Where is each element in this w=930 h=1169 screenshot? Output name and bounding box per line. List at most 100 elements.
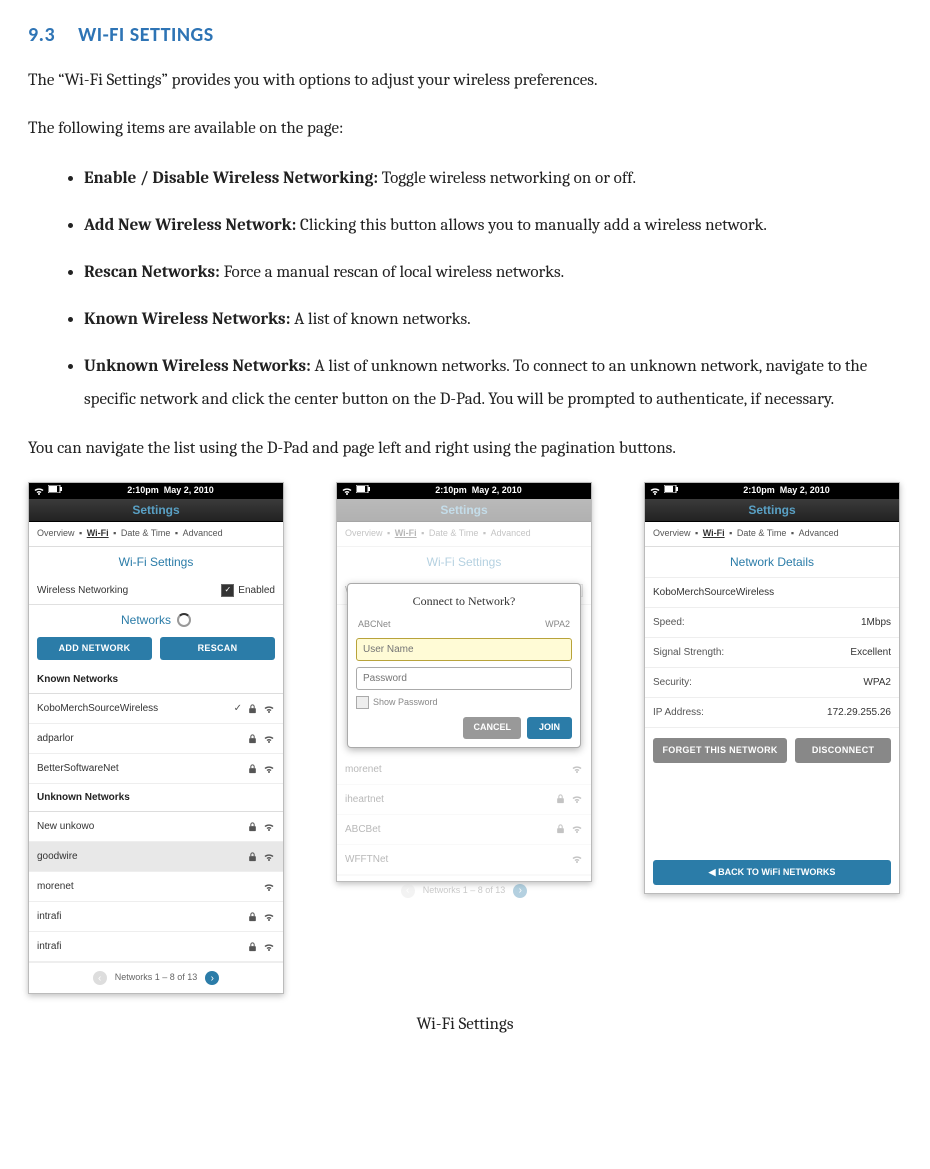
network-row[interactable]: goodwire bbox=[29, 842, 283, 872]
crumb-wifi[interactable]: Wi-Fi bbox=[87, 528, 109, 538]
network-row[interactable]: KoboMerchSourceWireless ✓ bbox=[29, 694, 283, 724]
username-input[interactable] bbox=[356, 638, 572, 661]
crumb-advanced[interactable]: Advanced bbox=[183, 528, 223, 538]
wifi-icon bbox=[571, 763, 583, 775]
window-title: Settings bbox=[29, 499, 283, 522]
screenshot-network-details: 2:10pm May 2, 2010 Settings Overview ▪ W… bbox=[644, 482, 900, 894]
speed-value: 1Mbps bbox=[861, 615, 891, 630]
network-name: WFFTNet bbox=[345, 852, 388, 867]
status-time: 2:10pm bbox=[743, 485, 775, 495]
crumb-overview[interactable]: Overview bbox=[37, 528, 75, 538]
wireless-networking-row: Wireless Networking ✓ Enabled bbox=[29, 577, 283, 605]
breadcrumb: Overview ▪ Wi-Fi ▪ Date & Time ▪ Advance… bbox=[29, 522, 283, 547]
join-button[interactable]: JOIN bbox=[527, 717, 572, 739]
network-row[interactable]: BetterSoftwareNet bbox=[29, 754, 283, 784]
window-title: Settings bbox=[337, 499, 591, 522]
network-row[interactable]: intrafi bbox=[29, 902, 283, 932]
lock-icon bbox=[248, 822, 257, 832]
unknown-networks-heading: Unknown Networks bbox=[29, 784, 283, 812]
known-networks-heading: Known Networks bbox=[29, 666, 283, 694]
lock-icon bbox=[556, 824, 565, 834]
status-date: May 2, 2010 bbox=[780, 485, 830, 495]
cancel-button[interactable]: CANCEL bbox=[463, 717, 521, 739]
crumb-overview[interactable]: Overview bbox=[653, 528, 691, 538]
network-name: intrafi bbox=[37, 939, 61, 954]
add-network-button[interactable]: ADD NETWORK bbox=[37, 637, 152, 661]
list-item: Enable / Disable Wireless Networking: To… bbox=[84, 162, 888, 195]
lock-icon bbox=[248, 912, 257, 922]
wifi-icon bbox=[263, 851, 275, 863]
wifi-status-icon bbox=[33, 485, 45, 497]
forget-network-button[interactable]: FORGET THIS NETWORK bbox=[653, 738, 787, 764]
crumb-overview[interactable]: Overview bbox=[345, 528, 383, 538]
check-icon: ✓ bbox=[234, 701, 242, 716]
page-title: Wi-Fi Settings bbox=[337, 547, 591, 577]
following-items-line: The following items are available on the… bbox=[28, 114, 902, 144]
network-name: iheartnet bbox=[345, 792, 384, 807]
password-input[interactable] bbox=[356, 667, 572, 690]
crumb-datetime[interactable]: Date & Time bbox=[737, 528, 787, 538]
crumb-advanced[interactable]: Advanced bbox=[491, 528, 531, 538]
network-row[interactable]: adparlor bbox=[29, 724, 283, 754]
intro-paragraph: The “Wi-Fi Settings” provides you with o… bbox=[28, 66, 902, 96]
crumb-advanced[interactable]: Advanced bbox=[799, 528, 839, 538]
network-name: adparlor bbox=[37, 731, 74, 746]
pager-prev-button[interactable]: ‹ bbox=[401, 884, 415, 898]
pager-prev-button[interactable]: ‹ bbox=[93, 971, 107, 985]
network-name: ABCBet bbox=[345, 822, 381, 837]
lock-icon bbox=[248, 734, 257, 744]
network-name: morenet bbox=[37, 879, 74, 894]
network-name: intrafi bbox=[37, 909, 61, 924]
breadcrumb: Overview ▪ Wi-Fi ▪ Date & Time ▪ Advance… bbox=[337, 522, 591, 547]
wifi-icon bbox=[263, 881, 275, 893]
status-date: May 2, 2010 bbox=[164, 485, 214, 495]
pager-next-button[interactable]: › bbox=[205, 971, 219, 985]
security-value: WPA2 bbox=[863, 675, 891, 690]
pager-text: Networks 1 – 8 of 13 bbox=[423, 884, 506, 898]
wifi-icon bbox=[263, 763, 275, 775]
list-item: Add New Wireless Network: Clicking this … bbox=[84, 209, 888, 242]
navigation-paragraph: You can navigate the list using the D-Pa… bbox=[28, 434, 902, 464]
pager-next-button[interactable]: › bbox=[513, 884, 527, 898]
network-name: morenet bbox=[345, 762, 382, 777]
page-title: Network Details bbox=[645, 547, 899, 577]
lock-icon bbox=[248, 942, 257, 952]
disconnect-button[interactable]: DISCONNECT bbox=[795, 738, 891, 764]
enabled-checkbox[interactable]: ✓ bbox=[221, 584, 234, 597]
network-name: New unkowo bbox=[37, 819, 94, 834]
crumb-wifi[interactable]: Wi-Fi bbox=[395, 528, 417, 538]
loading-spinner-icon bbox=[177, 613, 191, 627]
rescan-button[interactable]: RESCAN bbox=[160, 637, 275, 661]
detail-network-name: KoboMerchSourceWireless bbox=[653, 585, 774, 600]
network-row[interactable]: WFFTNet bbox=[337, 845, 591, 875]
status-bar: 2:10pm May 2, 2010 bbox=[29, 483, 283, 499]
crumb-datetime[interactable]: Date & Time bbox=[429, 528, 479, 538]
show-password-checkbox[interactable] bbox=[356, 696, 369, 709]
dialog-network-name: ABCNet bbox=[358, 618, 391, 632]
back-to-wifi-networks-button[interactable]: ◀ BACK TO WiFi NETWORKS bbox=[653, 860, 891, 886]
crumb-wifi[interactable]: Wi-Fi bbox=[703, 528, 725, 538]
items-list: Enable / Disable Wireless Networking: To… bbox=[56, 162, 902, 417]
crumb-datetime[interactable]: Date & Time bbox=[121, 528, 171, 538]
item-text: Clicking this button allows you to manua… bbox=[296, 216, 767, 235]
dialog-title: Connect to Network? bbox=[356, 592, 572, 610]
wifi-status-icon bbox=[649, 485, 661, 497]
item-bold: Add New Wireless Network: bbox=[84, 216, 296, 235]
status-date: May 2, 2010 bbox=[472, 485, 522, 495]
network-row[interactable]: morenet bbox=[29, 872, 283, 902]
network-row[interactable]: iheartnet bbox=[337, 785, 591, 815]
item-text: Force a manual rescan of local wireless … bbox=[220, 263, 564, 282]
dialog-network-security: WPA2 bbox=[545, 618, 570, 632]
item-bold: Known Wireless Networks: bbox=[84, 310, 290, 329]
network-row[interactable]: morenet bbox=[337, 755, 591, 785]
wifi-icon bbox=[263, 703, 275, 715]
speed-label: Speed: bbox=[653, 615, 685, 630]
network-row[interactable]: ABCBet bbox=[337, 815, 591, 845]
status-time: 2:10pm bbox=[435, 485, 467, 495]
network-row[interactable]: intrafi bbox=[29, 932, 283, 962]
pagination: ‹ Networks 1 – 8 of 13 › bbox=[337, 875, 591, 906]
item-text: A list of known networks. bbox=[290, 310, 470, 329]
network-row[interactable]: New unkowo bbox=[29, 812, 283, 842]
enabled-label: Enabled bbox=[238, 583, 275, 598]
window-title: Settings bbox=[645, 499, 899, 522]
